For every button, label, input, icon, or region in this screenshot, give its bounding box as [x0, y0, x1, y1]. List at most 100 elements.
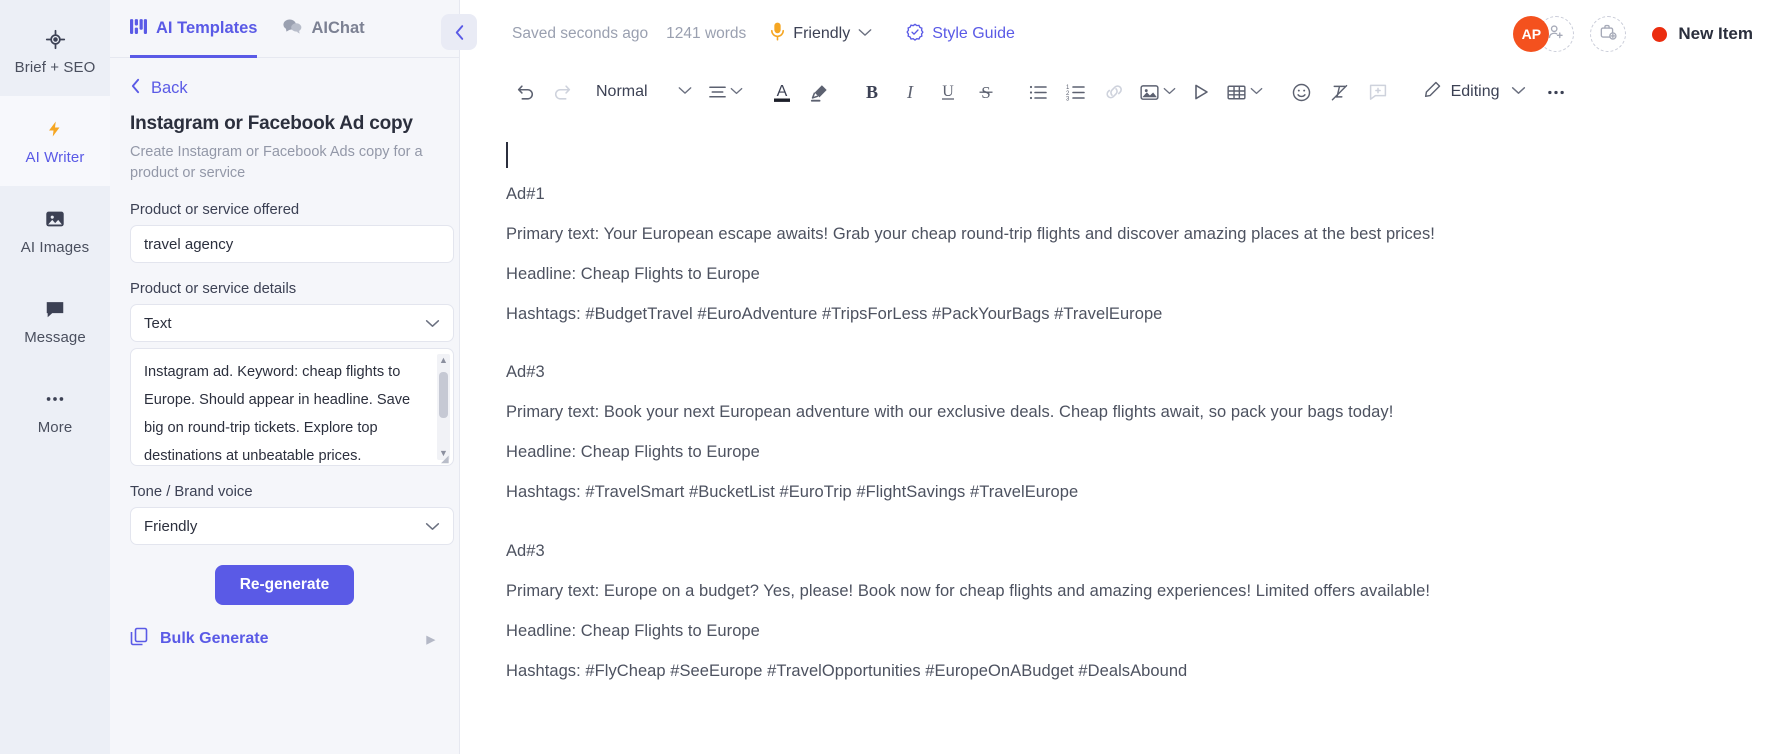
details-field-label: Product or service details	[130, 281, 297, 298]
undo-button[interactable]	[506, 72, 544, 112]
tab-ai-templates[interactable]: AI Templates	[130, 0, 258, 58]
add-person-icon	[1547, 23, 1565, 46]
saved-status: Saved seconds ago	[512, 25, 649, 42]
svg-text:A: A	[776, 83, 787, 100]
rail-item-more[interactable]: More	[0, 366, 110, 456]
ad-block: Ad#3 Primary text: Europe on a budget? Y…	[506, 539, 1729, 685]
back-button[interactable]: Back	[130, 78, 439, 99]
lightning-bolt-icon	[46, 116, 64, 142]
ad-title: Ad#3	[506, 541, 545, 560]
style-guide-button[interactable]: Style Guide	[906, 23, 1015, 46]
editing-mode-label: Editing	[1450, 83, 1500, 100]
bulk-generate-row[interactable]: Bulk Generate ▶	[130, 627, 439, 651]
chevron-down-icon	[1163, 86, 1176, 98]
insert-image-button[interactable]	[1133, 72, 1182, 112]
redo-button[interactable]	[544, 72, 582, 112]
link-button[interactable]	[1095, 72, 1133, 112]
back-label: Back	[151, 79, 188, 97]
chevron-down-icon	[858, 28, 872, 40]
tab-label: AIChat	[311, 19, 365, 37]
details-type-select[interactable]: Text	[130, 304, 454, 343]
rail-item-message[interactable]: Message	[0, 276, 110, 366]
rail-label: Brief + SEO	[14, 59, 96, 76]
tab-aichat[interactable]: AIChat	[283, 0, 365, 58]
details-type-value: Text	[144, 314, 172, 332]
chevron-down-icon	[425, 518, 440, 535]
ad-block: Ad#3 Primary text: Book your next Europe…	[506, 360, 1729, 506]
bold-button[interactable]: B	[853, 72, 891, 112]
document-content[interactable]: Ad#1 Primary text: Your European escape …	[460, 116, 1775, 754]
add-project-button[interactable]	[1590, 16, 1627, 52]
editing-mode-chevron[interactable]	[1499, 72, 1537, 112]
rail-item-ai-writer[interactable]: AI Writer	[0, 96, 110, 186]
textarea-resize-grip[interactable]: ◢	[441, 454, 451, 465]
add-comment-button[interactable]	[1359, 72, 1397, 112]
chevron-right-icon: ▶	[426, 633, 435, 646]
ad-headline: Headline: Cheap Flights to Europe	[506, 621, 760, 640]
ad-title: Ad#1	[506, 185, 545, 203]
ad-primary-text: Primary text: Book your next European ad…	[506, 403, 1394, 422]
chat-bubbles-icon	[283, 18, 302, 40]
ad-hashtags: Hashtags: #BudgetTravel #EuroAdventure #…	[506, 305, 1163, 324]
italic-button[interactable]: I	[891, 72, 929, 112]
header-tone-selector[interactable]: Friendly	[770, 22, 872, 46]
template-subtitle: Create Instagram or Facebook Ads copy fo…	[130, 144, 423, 182]
strikethrough-button[interactable]: S	[967, 72, 1005, 112]
rail-item-brief-seo[interactable]: Brief + SEO	[0, 6, 110, 96]
more-options-button[interactable]	[1537, 72, 1575, 112]
emoji-button[interactable]	[1283, 72, 1321, 112]
editing-mode-selector[interactable]: Editing	[1423, 72, 1500, 112]
panel-body: Back Instagram or Facebook Ad copy Creat…	[110, 58, 459, 754]
left-nav-rail: Brief + SEO AI Writer AI Images Message …	[0, 0, 110, 754]
ad-headline: Headline: Cheap Flights to Europe	[506, 265, 760, 284]
rail-label: More	[37, 419, 73, 436]
editor-header: Saved seconds ago 1241 words Friendly St…	[460, 0, 1775, 68]
ad-block: Ad#1 Primary text: Your European escape …	[506, 182, 1729, 328]
target-icon	[45, 26, 66, 52]
chevron-left-icon	[130, 78, 141, 99]
regenerate-button[interactable]: Re-generate	[214, 565, 355, 606]
align-button[interactable]	[702, 72, 749, 112]
style-guide-label: Style Guide	[932, 25, 1015, 42]
ad-hashtags: Hashtags: #FlyCheap #SeeEurope #TravelOp…	[506, 661, 1188, 680]
pencil-icon	[1423, 80, 1442, 104]
paragraph-style-select[interactable]: Normal	[582, 72, 702, 112]
rail-label: AI Images	[20, 239, 90, 256]
editor-toolbar: Normal A B I U S 1 2 3 Editing	[460, 68, 1775, 116]
ad-hashtags: Hashtags: #TravelSmart #BucketList #Euro…	[506, 483, 1079, 502]
textarea-scrollbar[interactable]: ▲ ▼	[437, 354, 450, 461]
new-item-button[interactable]: New Item	[1652, 24, 1753, 44]
tab-label: AI Templates	[156, 19, 258, 37]
scrollbar-thumb[interactable]	[439, 372, 448, 419]
numbered-list-button[interactable]: 1 2 3	[1057, 72, 1095, 112]
chevron-down-icon	[1511, 86, 1526, 98]
scroll-up-arrow-icon[interactable]: ▲	[437, 354, 450, 367]
product-input[interactable]: travel agency	[130, 225, 454, 264]
text-color-button[interactable]: A	[763, 72, 801, 112]
ad-primary-text: Primary text: Europe on a budget? Yes, p…	[506, 581, 1431, 600]
app-root: Brief + SEO AI Writer AI Images Message …	[0, 0, 1775, 754]
bullet-list-button[interactable]	[1019, 72, 1057, 112]
tone-select[interactable]: Friendly	[130, 507, 454, 546]
chevron-down-icon	[678, 86, 692, 98]
chevron-down-icon	[1250, 86, 1263, 98]
insert-table-button[interactable]	[1220, 72, 1269, 112]
chevron-down-icon	[730, 86, 743, 98]
copy-documents-icon	[130, 627, 148, 651]
details-textarea[interactable]: Instagram ad. Keyword: cheap flights to …	[130, 348, 454, 467]
collapse-panel-button[interactable]	[441, 14, 477, 50]
svg-text:B: B	[866, 82, 878, 102]
rail-item-ai-images[interactable]: AI Images	[0, 186, 110, 276]
details-textarea-wrapper: Instagram ad. Keyword: cheap flights to …	[130, 348, 454, 467]
underline-button[interactable]: U	[929, 72, 967, 112]
insert-media-button[interactable]	[1182, 72, 1220, 112]
tone-value: Friendly	[144, 517, 198, 535]
chat-bubble-icon	[44, 296, 66, 322]
text-cursor	[506, 142, 508, 168]
clear-formatting-button[interactable]	[1321, 72, 1359, 112]
ellipsis-icon	[44, 386, 66, 412]
highlight-button[interactable]	[801, 72, 839, 112]
document-editor: Saved seconds ago 1241 words Friendly St…	[460, 0, 1775, 754]
tone-field-label: Tone / Brand voice	[130, 484, 253, 501]
